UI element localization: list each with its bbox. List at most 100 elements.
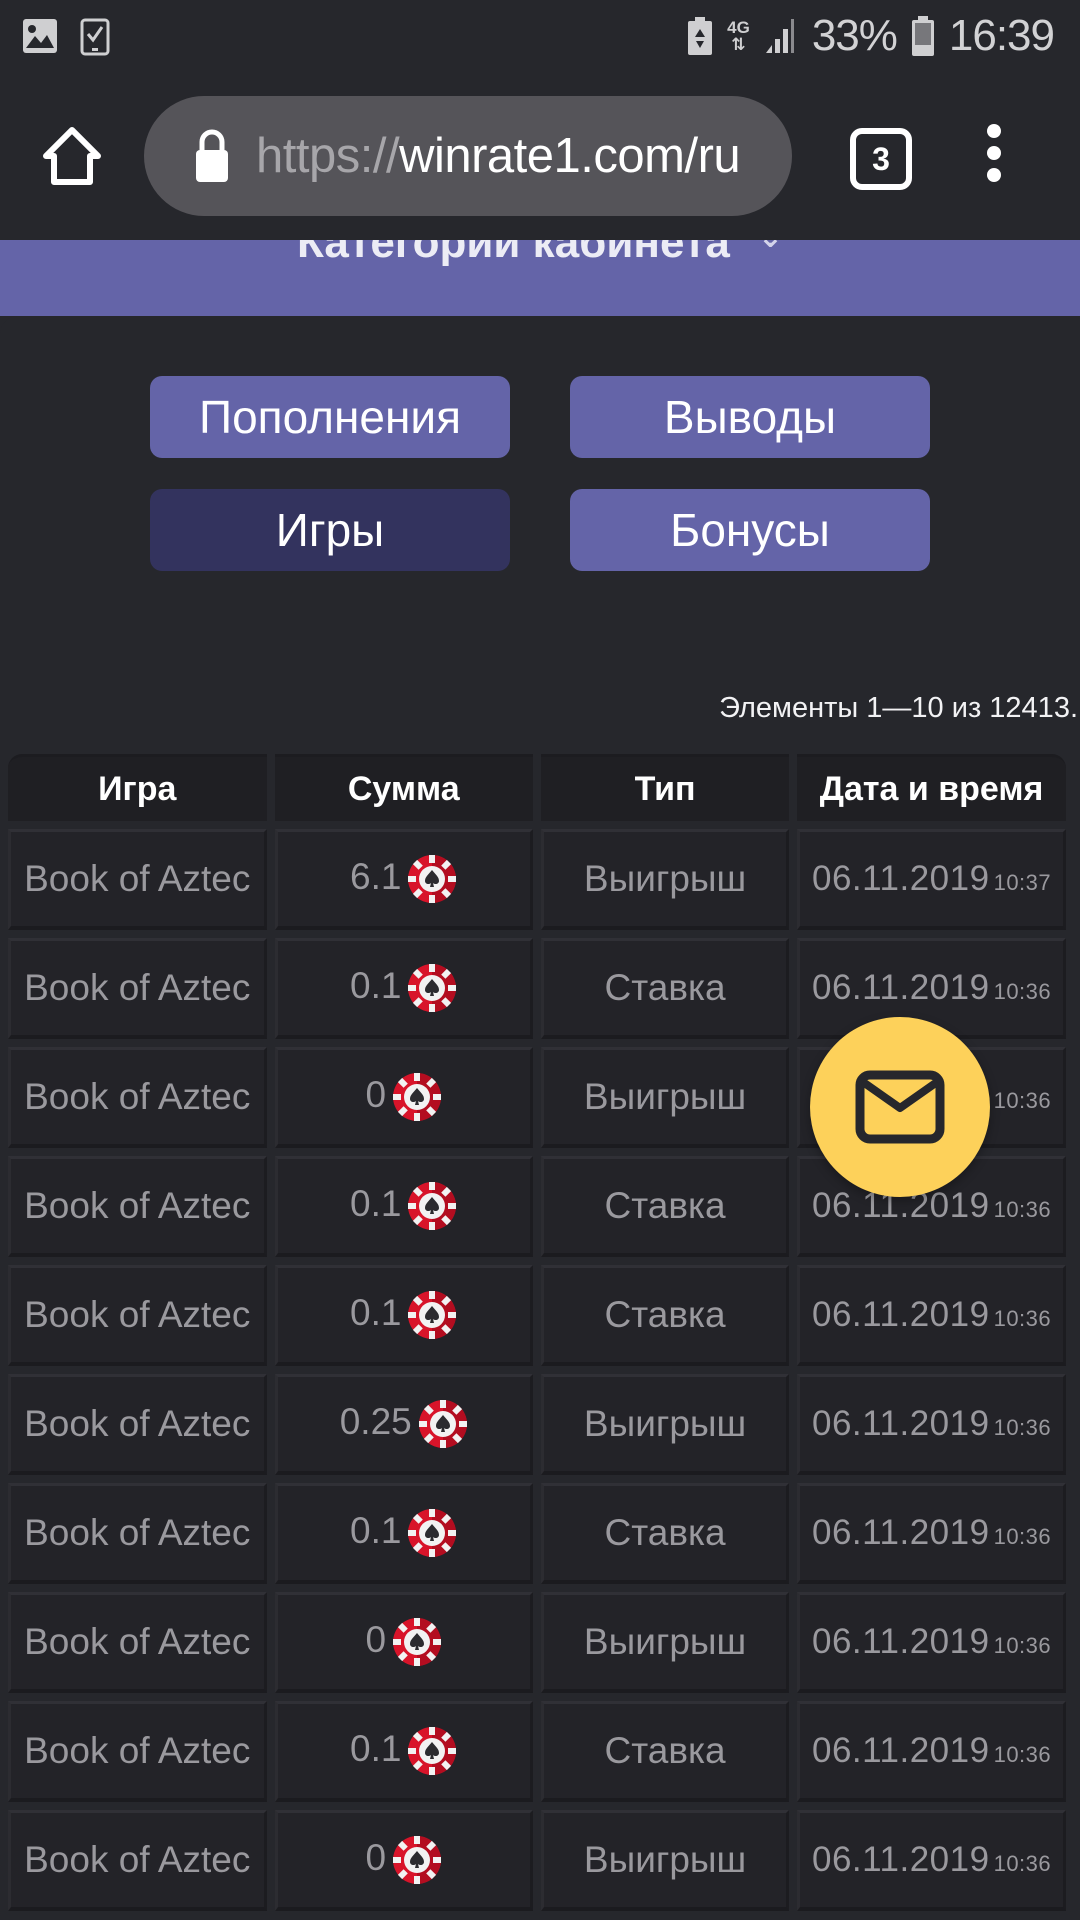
time-value: 10:36: [993, 1524, 1052, 1549]
time-value: 10:36: [993, 1197, 1052, 1222]
category-button-label: Бонусы: [670, 504, 830, 556]
game-name: Book of Aztec: [24, 1512, 251, 1553]
category-button-games[interactable]: Игры: [150, 489, 510, 571]
time-value: 10:36: [993, 1851, 1052, 1876]
amount-value: 0.1: [350, 964, 402, 1006]
column-header-datetime[interactable]: Дата и время: [797, 754, 1066, 821]
cell-datetime: 06.11.201910:36: [797, 1592, 1066, 1693]
battery-percent: 33%: [811, 11, 898, 60]
casino-chip-icon: [408, 1509, 457, 1557]
overflow-menu-icon[interactable]: [980, 124, 1008, 188]
category-button-label: Игры: [275, 504, 385, 556]
cell-game: Book of Aztec: [8, 1592, 267, 1693]
address-bar[interactable]: https://winrate1.com/ru: [144, 96, 792, 216]
cell-datetime: 06.11.201910:36: [797, 1810, 1066, 1911]
column-header-type[interactable]: Тип: [541, 754, 790, 821]
tab-switcher-button[interactable]: 3: [850, 128, 912, 190]
category-button-label: Выводы: [663, 391, 837, 443]
category-header[interactable]: Категории кабинета ⌄: [0, 240, 1080, 316]
amount-value: 6.1: [350, 855, 402, 897]
cell-amount: 0.1: [274, 1701, 533, 1802]
time-value: 10:36: [993, 1742, 1052, 1767]
transaction-type: Выигрыш: [583, 1621, 747, 1662]
task-done-notification-icon: [80, 18, 110, 56]
status-bar: 4G ⇅ 33% 16:39: [0, 0, 1080, 72]
cell-datetime: 06.11.201910:36: [797, 1483, 1066, 1584]
transaction-type: Выигрыш: [583, 858, 747, 899]
date-value: 06.11.2019: [812, 1840, 990, 1879]
cell-type: Ставка: [541, 1156, 790, 1257]
category-button-withdrawals[interactable]: Выводы: [570, 376, 930, 458]
cell-game: Book of Aztec: [8, 1483, 267, 1584]
transaction-type: Ставка: [604, 1512, 726, 1553]
cell-amount: 0.25: [274, 1374, 533, 1475]
game-name: Book of Aztec: [24, 1076, 251, 1117]
cell-amount: 0.1: [274, 938, 533, 1039]
signal-icon: [765, 19, 794, 53]
casino-chip-icon: [408, 1727, 457, 1775]
cell-amount: 0: [274, 1810, 533, 1911]
cell-game: Book of Aztec: [8, 1701, 267, 1802]
transaction-type: Ставка: [604, 967, 726, 1008]
table-row: Book of Aztec 0.1 Ставка 06.11.2019 10:36: [8, 1483, 1066, 1584]
casino-chip-icon: [408, 1182, 457, 1230]
column-header-amount[interactable]: Сумма: [274, 754, 533, 821]
cell-type: Выигрыш: [541, 1374, 790, 1475]
cell-amount: 0.1: [274, 1156, 533, 1257]
category-button-deposits[interactable]: Пополнения: [150, 376, 510, 458]
browser-toolbar: https://winrate1.com/ru 3: [0, 72, 1080, 240]
date-value: 06.11.2019: [812, 1731, 990, 1770]
game-name: Book of Aztec: [24, 1730, 251, 1771]
cell-type: Выигрыш: [541, 1047, 790, 1148]
game-name: Book of Aztec: [24, 858, 251, 899]
time-value: 10:36: [993, 1306, 1052, 1331]
date-value: 06.11.2019: [812, 1404, 990, 1443]
cell-datetime: 06.11.2019 10:37: [797, 829, 1066, 930]
amount-value: 0.1: [350, 1182, 402, 1224]
game-name: Book of Aztec: [24, 1839, 251, 1880]
amount-value: 0: [365, 1618, 387, 1660]
games-history-table: Игра Сумма Тип Дата и время Book of Azte…: [0, 746, 1074, 1919]
table-row: Book of Aztec 0.1 Ставка 06.11.2019 10:36: [8, 1701, 1066, 1802]
transaction-type: Выигрыш: [583, 1839, 747, 1880]
cell-amount: 0: [274, 1047, 533, 1148]
cell-game: Book of Aztec: [8, 1810, 267, 1911]
battery-icon: [911, 16, 934, 56]
contact-mail-button[interactable]: [810, 1017, 990, 1197]
cell-game: Book of Aztec: [8, 1156, 267, 1257]
table-row: Book of Aztec 0.25 Выигрыш 06.11.2019 10:36: [8, 1374, 1066, 1475]
amount-value: 0.1: [350, 1291, 402, 1333]
transaction-type: Ставка: [604, 1294, 726, 1335]
cell-amount: 0: [274, 1592, 533, 1693]
cell-datetime: 06.11.201910:36: [797, 1265, 1066, 1366]
time-value: 10:36: [993, 979, 1052, 1004]
casino-chip-icon: [408, 855, 457, 903]
table-row: Book of Aztec 6.1 Выигрыш 06.11.2019 10:37: [8, 829, 1066, 930]
game-name: Book of Aztec: [24, 1403, 251, 1444]
battery-saver-icon: [688, 17, 713, 55]
cell-amount: 0.1: [274, 1483, 533, 1584]
home-icon[interactable]: [40, 124, 104, 188]
time-value: 10:36: [993, 1415, 1052, 1440]
category-button-bonuses[interactable]: Бонусы: [570, 489, 930, 571]
game-name: Book of Aztec: [24, 967, 251, 1008]
column-header-game[interactable]: Игра: [8, 754, 267, 821]
game-name: Book of Aztec: [24, 1621, 251, 1662]
amount-value: 0: [365, 1073, 387, 1115]
amount-value: 0.25: [339, 1400, 412, 1442]
mail-icon: [855, 1070, 945, 1144]
casino-chip-icon: [393, 1073, 442, 1121]
clock: 16:39: [948, 11, 1055, 60]
cell-type: Выигрыш: [541, 1810, 790, 1911]
game-name: Book of Aztec: [24, 1185, 251, 1226]
casino-chip-icon: [393, 1836, 442, 1884]
date-value: 06.11.2019: [812, 1513, 990, 1552]
table-row: Book of Aztec 0 Выигрыш 06.11.201910:36: [8, 1810, 1066, 1911]
transaction-type: Выигрыш: [583, 1403, 747, 1444]
chevron-down-icon[interactable]: ⌄: [758, 240, 783, 255]
category-header-title: Категории кабинета: [296, 240, 730, 267]
transaction-type: Выигрыш: [583, 1076, 747, 1117]
cell-type: Ставка: [541, 1701, 790, 1802]
url-text[interactable]: https://winrate1.com/ru: [256, 128, 776, 184]
amount-value: 0: [365, 1836, 387, 1878]
